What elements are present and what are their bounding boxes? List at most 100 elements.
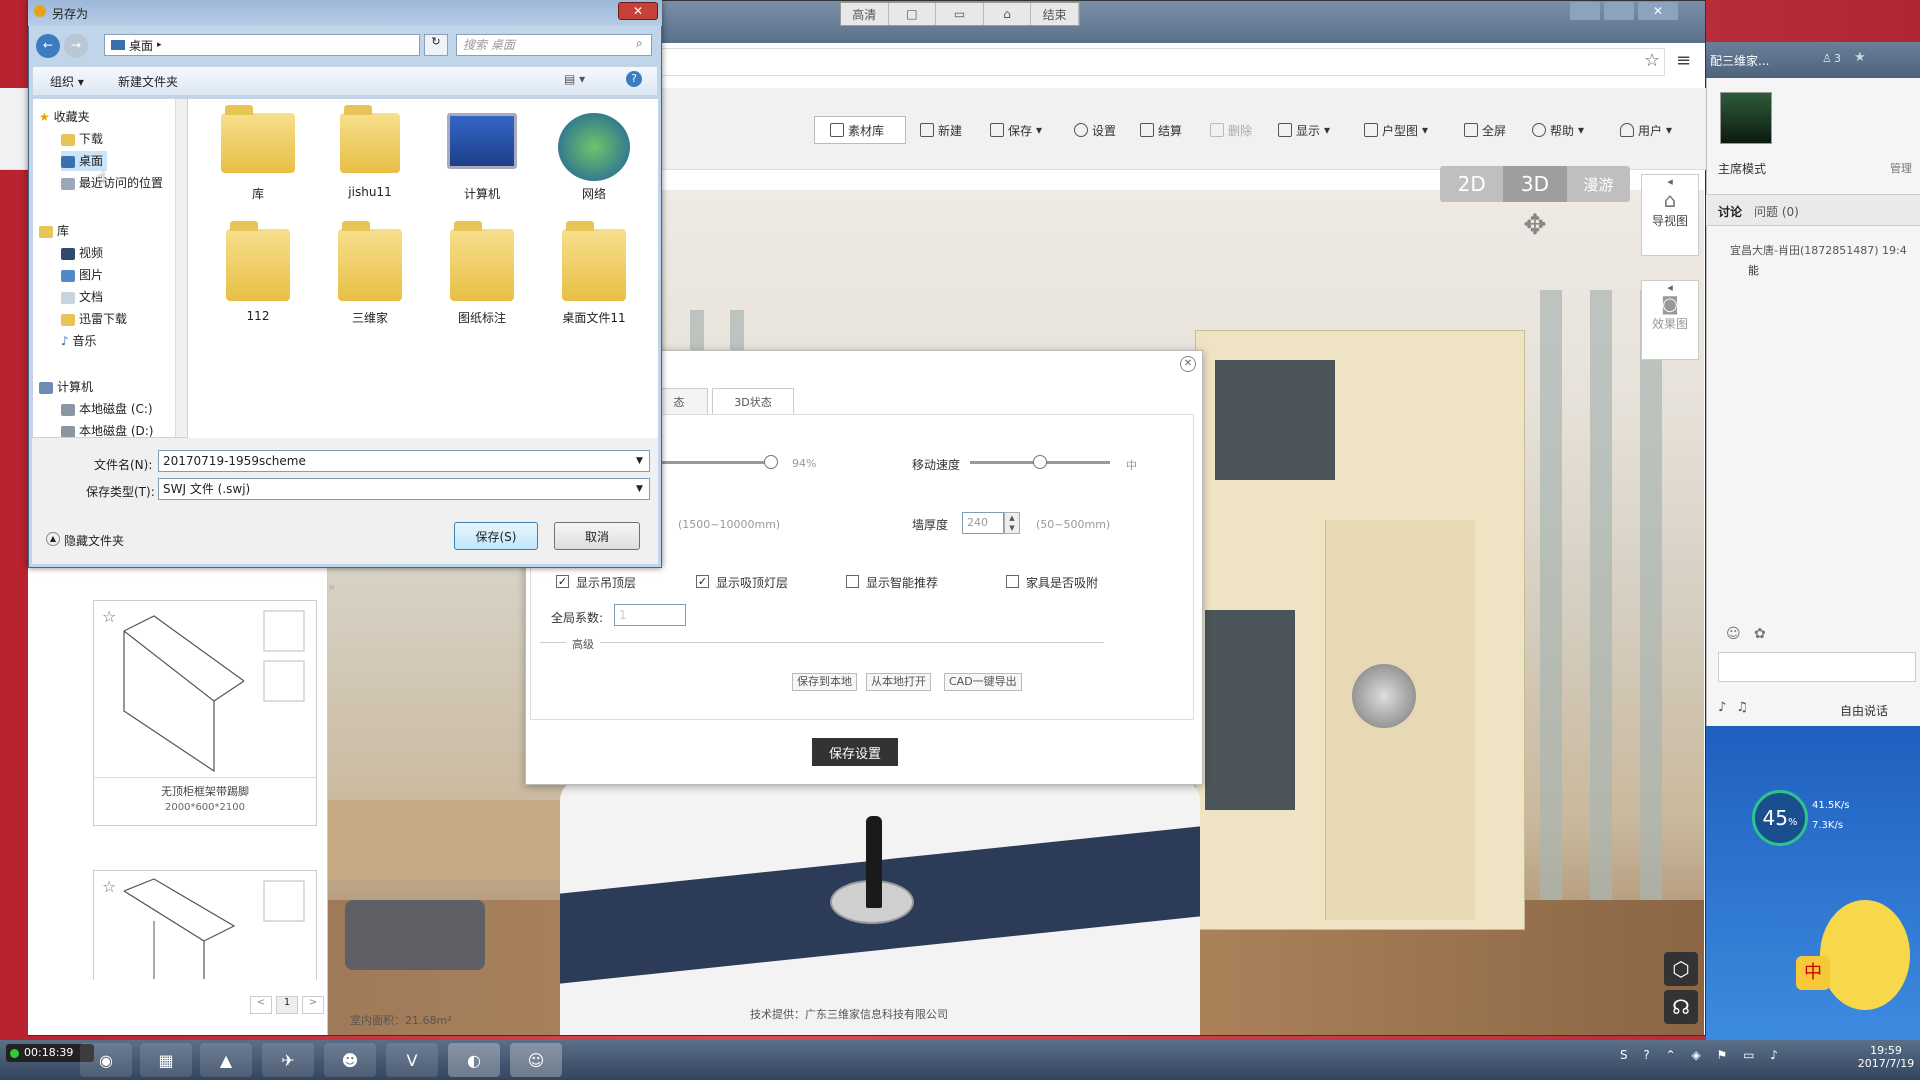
tab-questions[interactable]: 问题 (0) bbox=[1754, 203, 1799, 220]
remote-end-button[interactable]: 结束 bbox=[1031, 3, 1079, 25]
qq-taskbar-icon[interactable]: ☻ bbox=[324, 1043, 376, 1077]
file-item[interactable]: 112 bbox=[208, 221, 308, 323]
path-bar[interactable]: 桌面 ▸ bbox=[104, 34, 420, 56]
view-3d-button[interactable]: 3D bbox=[1503, 166, 1567, 202]
favorite-star-icon[interactable]: ☆ bbox=[102, 877, 116, 896]
ime-indicator[interactable]: 中 bbox=[1796, 956, 1830, 990]
star-icon[interactable]: ★ bbox=[1854, 50, 1866, 65]
tree-item-recent[interactable]: 最近访问的位置 bbox=[61, 173, 163, 193]
mic-icon[interactable]: ♫ bbox=[1736, 700, 1758, 715]
remote-select-button[interactable]: □ bbox=[889, 3, 937, 25]
tree-item-pictures[interactable]: 图片 bbox=[61, 265, 103, 285]
minimize-icon[interactable] bbox=[1570, 2, 1600, 20]
tree-item-libraries[interactable]: 库 bbox=[39, 221, 69, 241]
nav-view-button[interactable]: ◂ ⌂ 导视图 bbox=[1641, 174, 1699, 256]
file-item[interactable]: 库 bbox=[208, 105, 308, 202]
pager-prev[interactable]: < bbox=[250, 996, 272, 1014]
view-2d-button[interactable]: 2D bbox=[1440, 166, 1503, 202]
close-icon[interactable]: ✕ bbox=[1180, 356, 1196, 372]
file-item[interactable]: 网络 bbox=[544, 113, 644, 202]
host-mode[interactable]: 主席模式 bbox=[1718, 160, 1766, 177]
tab-discussion[interactable]: 讨论 bbox=[1718, 203, 1742, 220]
chat-input[interactable] bbox=[1718, 652, 1916, 682]
refresh-icon[interactable]: ↻ bbox=[424, 34, 448, 56]
new-button[interactable]: 新建 bbox=[920, 118, 962, 142]
save-button[interactable]: 保存 ▾ bbox=[990, 118, 1042, 142]
settings-button[interactable]: 设置 bbox=[1074, 118, 1116, 142]
star-icon[interactable]: ☆ bbox=[1644, 50, 1660, 71]
floorplan-button[interactable]: 户型图 ▾ bbox=[1364, 118, 1428, 142]
remote-window-button[interactable]: ▭ bbox=[936, 3, 984, 25]
tree-item-favorites[interactable]: ★ 收藏夹 bbox=[39, 107, 90, 127]
flower-icon[interactable]: ✿ bbox=[1754, 626, 1766, 642]
circle-taskbar-icon[interactable]: ◐ bbox=[448, 1043, 500, 1077]
display-button[interactable]: 显示 ▾ bbox=[1278, 118, 1330, 142]
search-input[interactable]: 搜索 桌面 bbox=[456, 34, 652, 56]
headset-icon[interactable]: ☊ bbox=[1664, 990, 1698, 1024]
save-settings-button[interactable]: 保存设置 bbox=[812, 738, 898, 766]
manage-link[interactable]: 管理 bbox=[1890, 160, 1912, 176]
checkout-button[interactable]: 结算 bbox=[1140, 118, 1182, 142]
new-folder-button[interactable]: 新建文件夹 bbox=[118, 73, 178, 90]
tree-item-disk-d[interactable]: 本地磁盘 (D:) bbox=[61, 421, 153, 437]
organize-button[interactable]: 组织 ▾ bbox=[50, 73, 84, 90]
tree-item-videos[interactable]: 视频 bbox=[61, 243, 103, 263]
forward-icon[interactable]: → bbox=[64, 34, 88, 58]
wall-thickness-input[interactable]: 240 bbox=[962, 512, 1004, 534]
close-icon[interactable]: ✕ bbox=[1638, 2, 1678, 20]
help-button[interactable]: 帮助 ▾ bbox=[1532, 118, 1584, 142]
tree-item-downloads[interactable]: 下载 bbox=[61, 129, 103, 149]
bird-taskbar-icon[interactable]: ✈ bbox=[262, 1043, 314, 1077]
tree-scrollbar[interactable] bbox=[175, 99, 187, 437]
favorite-star-icon[interactable]: ☆ bbox=[102, 607, 116, 626]
cad-export-button[interactable]: CAD一键导出 bbox=[944, 673, 1022, 691]
walkthrough-button[interactable]: 漫游 bbox=[1567, 166, 1630, 202]
app-taskbar-icon[interactable]: ▦ bbox=[140, 1043, 192, 1077]
product-card[interactable]: ☆ 无顶柜框架带踢脚 2000*600*2100 bbox=[93, 600, 317, 826]
chevron-up-icon[interactable]: ▲ bbox=[46, 532, 60, 546]
menu-icon[interactable]: ≡ bbox=[1676, 50, 1691, 71]
pager-page[interactable]: 1 bbox=[276, 996, 298, 1014]
percent-slider-knob[interactable] bbox=[764, 455, 778, 469]
wall-stepper[interactable]: ▲ ▼ bbox=[1004, 512, 1020, 534]
cancel-button[interactable]: 取消 bbox=[554, 522, 640, 550]
checkbox-ceiling-light[interactable]: ✓ bbox=[696, 575, 709, 588]
hide-folders-toggle[interactable]: 隐藏文件夹 bbox=[64, 532, 124, 549]
address-bar[interactable] bbox=[640, 48, 1665, 76]
emoji-icon[interactable]: ☺ bbox=[1726, 626, 1741, 642]
navigation-gizmo[interactable]: ✥ bbox=[1480, 208, 1590, 264]
view-options-icon[interactable]: ▤ ▾ bbox=[564, 72, 585, 86]
render-button[interactable]: ◂ ◙ 效果图 bbox=[1641, 280, 1699, 360]
free-talk-button[interactable]: 自由说话 bbox=[1840, 702, 1888, 719]
speaker-icon[interactable]: ♪ bbox=[1718, 700, 1736, 715]
filetype-select[interactable]: SWJ 文件 (.swj) bbox=[158, 478, 650, 500]
file-item[interactable]: 图纸标注 bbox=[432, 221, 532, 326]
open-local-button[interactable]: 从本地打开 bbox=[866, 673, 931, 691]
cube-icon[interactable]: ⬡ bbox=[1664, 952, 1698, 986]
delete-button[interactable]: 删除 bbox=[1210, 118, 1252, 142]
user-button[interactable]: 用户 ▾ bbox=[1620, 118, 1672, 142]
remote-home-button[interactable]: ⌂ bbox=[984, 3, 1032, 25]
pdf-taskbar-icon[interactable]: ▲ bbox=[200, 1043, 252, 1077]
pager-next[interactable]: > bbox=[302, 996, 324, 1014]
help-icon[interactable]: ? bbox=[626, 71, 642, 87]
tree-item-computer[interactable]: 计算机 bbox=[39, 377, 93, 397]
file-item[interactable]: 三维家 bbox=[320, 221, 420, 326]
checkbox-smart-recommend[interactable] bbox=[846, 575, 859, 588]
system-tray[interactable]: S ? ⌃ ◈ ⚑ ▭ ♪ bbox=[1620, 1048, 1784, 1062]
mascot-taskbar-icon[interactable]: ☺ bbox=[510, 1043, 562, 1077]
tree-item-thunder[interactable]: 迅雷下载 bbox=[61, 309, 127, 329]
tab-3d-state[interactable]: 3D状态 bbox=[712, 388, 794, 414]
move-speed-knob[interactable] bbox=[1033, 455, 1047, 469]
tree-item-documents[interactable]: 文档 bbox=[61, 287, 103, 307]
close-icon[interactable]: ✕ bbox=[618, 2, 658, 20]
product-card[interactable]: ☆ bbox=[93, 870, 317, 980]
save-local-button[interactable]: 保存到本地 bbox=[792, 673, 857, 691]
maximize-icon[interactable] bbox=[1604, 2, 1634, 20]
remote-hd-button[interactable]: 高清 bbox=[841, 3, 889, 25]
chevron-down-icon[interactable]: ▼ bbox=[636, 456, 643, 466]
checkbox-ceiling[interactable]: ✓ bbox=[556, 575, 569, 588]
chrome-taskbar-icon[interactable]: ◉ bbox=[80, 1043, 132, 1077]
filename-input[interactable]: 20170719-1959scheme bbox=[158, 450, 650, 472]
save-button[interactable]: 保存(S) bbox=[454, 522, 538, 550]
